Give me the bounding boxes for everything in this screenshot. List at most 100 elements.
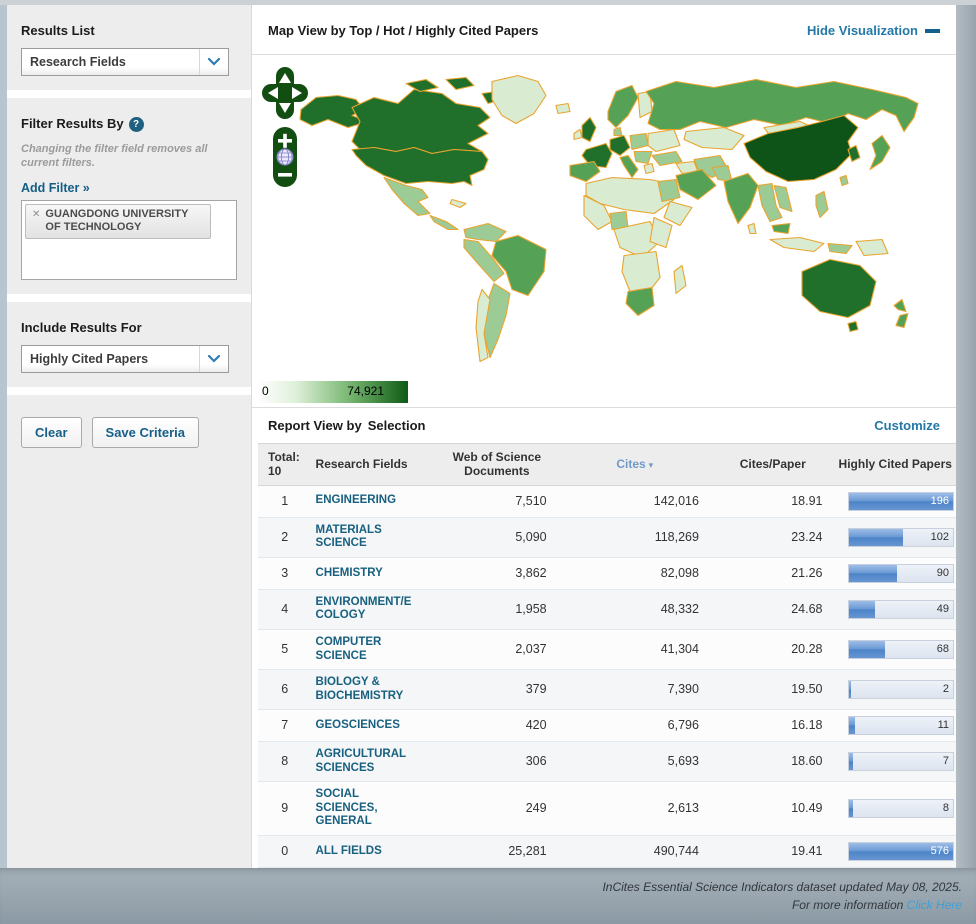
row-field-link[interactable]: AGRICULTURAL SCIENCES <box>316 748 420 775</box>
row-field-link[interactable]: COMPUTER SCIENCE <box>316 636 420 663</box>
footer-dataset-note: InCites Essential Science Indicators dat… <box>602 878 962 896</box>
row-cites: 41,304 <box>559 629 711 669</box>
row-bar-fill <box>849 753 853 770</box>
legend-max-value: 74,921 <box>347 384 384 398</box>
include-results-section: Include Results For Highly Cited Papers <box>7 302 251 387</box>
row-cites: 490,744 <box>559 836 711 868</box>
results-list-select[interactable]: Research Fields <box>21 48 229 76</box>
chevron-down-icon <box>199 49 228 75</box>
row-bar-value: 90 <box>937 567 949 580</box>
table-row: 6 BIOLOGY & BIOCHEMISTRY 379 7,390 19.50… <box>258 670 956 710</box>
cites-sort-label[interactable]: Cites <box>616 457 645 471</box>
column-header-highly-cited[interactable]: Highly Cited Papers <box>834 443 956 485</box>
table-row: 2 MATERIALS SCIENCE 5,090 118,269 23.24 … <box>258 517 956 557</box>
map-south-america[interactable] <box>464 224 546 362</box>
row-bar-value: 196 <box>931 495 949 508</box>
row-bar-fill <box>849 641 885 658</box>
collapse-minus-icon <box>925 29 940 33</box>
hide-visualization-link[interactable]: Hide Visualization <box>807 23 940 38</box>
row-field-link[interactable]: ENVIRONMENT/ECOLOGY <box>316 596 420 623</box>
row-cites: 2,613 <box>559 782 711 836</box>
world-map[interactable] <box>256 57 946 393</box>
row-field-link[interactable]: SOCIAL SCIENCES, GENERAL <box>316 788 420 829</box>
total-value: 10 <box>268 464 308 478</box>
row-cites: 118,269 <box>559 517 711 557</box>
row-bar-fill <box>849 601 875 618</box>
row-cpp: 19.41 <box>711 836 835 868</box>
row-rank: 1 <box>258 485 312 517</box>
filter-tag-label: GUANGDONG UNIVERSITY OF TECHNOLOGY <box>45 208 204 236</box>
row-rank: 3 <box>258 557 312 589</box>
map-view-title: Map View by Top / Hot / Highly Cited Pap… <box>268 23 538 38</box>
map-oceania[interactable] <box>802 260 908 332</box>
include-results-select[interactable]: Highly Cited Papers <box>21 345 229 373</box>
map-pan-control[interactable] <box>262 67 308 119</box>
total-label: Total: <box>268 450 308 464</box>
sidebar: Results List Research Fields Filter Resu… <box>7 5 251 868</box>
row-rank: 8 <box>258 742 312 782</box>
click-here-link[interactable]: Click Here <box>907 898 962 912</box>
highly-cited-bar: 8 <box>848 799 954 818</box>
highly-cited-bar: 11 <box>848 716 954 735</box>
column-header-cites-per-paper[interactable]: Cites/Paper <box>711 443 835 485</box>
clear-button[interactable]: Clear <box>21 417 82 448</box>
save-criteria-button[interactable]: Save Criteria <box>92 417 200 448</box>
row-docs: 306 <box>435 742 559 782</box>
results-list-selected-value: Research Fields <box>22 49 199 75</box>
window-right-strip <box>956 5 976 868</box>
row-cites: 142,016 <box>559 485 711 517</box>
row-docs: 379 <box>435 670 559 710</box>
row-cites: 7,390 <box>559 670 711 710</box>
highly-cited-bar: 196 <box>848 492 954 511</box>
criteria-actions-section: Clear Save Criteria <box>7 395 251 868</box>
row-field-link[interactable]: ENGINEERING <box>316 494 420 508</box>
row-bar-value: 8 <box>943 802 949 815</box>
row-bar-fill <box>849 529 903 546</box>
row-bar-value: 2 <box>943 683 949 696</box>
report-table: Total: 10 Research Fields Web of Science… <box>258 443 956 868</box>
row-docs: 1,958 <box>435 589 559 629</box>
column-header-cites[interactable]: Cites▾ <box>559 443 711 485</box>
row-bar-value: 49 <box>937 603 949 616</box>
map-africa[interactable] <box>584 178 692 316</box>
row-cites: 82,098 <box>559 557 711 589</box>
app-frame: Results List Research Fields Filter Resu… <box>0 5 976 868</box>
remove-filter-icon[interactable]: ✕ <box>32 208 40 221</box>
filter-note: Changing the filter field removes all cu… <box>21 142 237 171</box>
row-field-link[interactable]: GEOSCIENCES <box>316 719 420 733</box>
help-icon[interactable]: ? <box>129 117 144 132</box>
map-asia[interactable] <box>646 80 918 256</box>
row-rank: 0 <box>258 836 312 868</box>
row-cites: 48,332 <box>559 589 711 629</box>
map-north-america[interactable] <box>300 76 546 230</box>
map-color-legend: 0 74,921 <box>258 381 408 403</box>
chevron-down-icon <box>199 346 228 372</box>
table-row: 0 ALL FIELDS 25,281 490,744 19.41 576 <box>258 836 956 868</box>
legend-min-value: 0 <box>262 384 269 398</box>
row-bar-fill <box>849 800 853 817</box>
row-field-link[interactable]: CHEMISTRY <box>316 567 420 581</box>
column-header-research-fields[interactable]: Research Fields <box>312 443 436 485</box>
highly-cited-bar: 7 <box>848 752 954 771</box>
row-docs: 25,281 <box>435 836 559 868</box>
report-view-title: Report View bySelection <box>268 418 425 433</box>
filter-section: Filter Results By? Changing the filter f… <box>7 98 251 294</box>
footer-more-info: For more information Click Here <box>792 896 962 914</box>
highly-cited-bar: 49 <box>848 600 954 619</box>
row-field-link[interactable]: BIOLOGY & BIOCHEMISTRY <box>316 676 420 703</box>
row-field-link[interactable]: ALL FIELDS <box>316 845 420 859</box>
row-rank: 7 <box>258 710 312 742</box>
report-title-selection: Selection <box>368 418 426 433</box>
row-docs: 2,037 <box>435 629 559 669</box>
results-list-title: Results List <box>21 23 237 38</box>
row-docs: 3,862 <box>435 557 559 589</box>
add-filter-link[interactable]: Add Filter » <box>21 181 90 195</box>
row-bar-fill <box>849 565 897 582</box>
results-list-section: Results List Research Fields <box>7 5 251 90</box>
customize-link[interactable]: Customize <box>874 418 940 433</box>
row-field-link[interactable]: MATERIALS SCIENCE <box>316 524 420 551</box>
map-zoom-control[interactable] <box>273 127 297 187</box>
row-bar-fill <box>849 717 855 734</box>
filter-tag[interactable]: ✕ GUANGDONG UNIVERSITY OF TECHNOLOGY <box>25 204 211 240</box>
column-header-wos-documents[interactable]: Web of Science Documents <box>435 443 559 485</box>
